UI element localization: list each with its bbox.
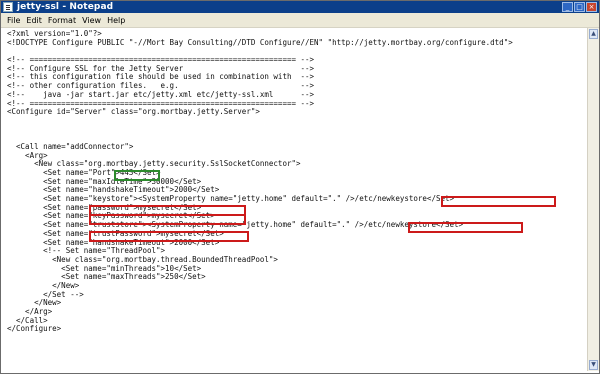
- scroll-down-icon[interactable]: ▼: [589, 360, 598, 370]
- menu-view[interactable]: View: [82, 16, 101, 25]
- maximize-button[interactable]: □: [574, 2, 585, 12]
- code-text[interactable]: <?xml version="1.0"?> <!DOCTYPE Configure…: [7, 29, 513, 334]
- notepad-icon: [3, 2, 13, 12]
- menu-format[interactable]: Format: [48, 16, 76, 25]
- scroll-up-icon[interactable]: ▲: [589, 29, 598, 39]
- minimize-button[interactable]: _: [562, 2, 573, 12]
- code-line: <Configure id="Server" class="org.mortba…: [7, 107, 260, 117]
- notepad-window: jetty-ssl - Notepad _ □ × File Edit Form…: [0, 0, 600, 374]
- code-line: </Call>: [7, 315, 48, 325]
- text-editor[interactable]: <?xml version="1.0"?> <!DOCTYPE Configure…: [3, 28, 587, 371]
- menu-edit[interactable]: Edit: [26, 16, 42, 25]
- code-line: </Set -->: [7, 289, 84, 299]
- code-line: </New>: [7, 298, 62, 308]
- menu-file[interactable]: File: [7, 16, 20, 25]
- code-line: <Set name="maxThreads">250</Set>: [7, 272, 206, 282]
- menu-bar: File Edit Format View Help: [1, 13, 599, 28]
- code-line: <Call name="addConnector">: [7, 141, 134, 151]
- code-line: </Arg>: [7, 307, 53, 316]
- port-value-highlight: [114, 170, 160, 181]
- keypassword-highlight: [89, 214, 246, 225]
- menu-help[interactable]: Help: [107, 16, 125, 25]
- truststore-path-highlight: [408, 222, 523, 233]
- keystore-path-highlight: [441, 196, 556, 207]
- window-controls: _ □ ×: [562, 2, 597, 12]
- close-button[interactable]: ×: [586, 2, 597, 12]
- title-bar[interactable]: jetty-ssl - Notepad _ □ ×: [1, 1, 599, 13]
- code-line: <!DOCTYPE Configure PUBLIC "-//Mort Bay …: [7, 37, 513, 47]
- vertical-scrollbar[interactable]: ▲ ▼: [587, 28, 599, 371]
- code-line: </Configure>: [7, 324, 62, 334]
- window-title: jetty-ssl - Notepad: [17, 2, 114, 12]
- trustpassword-highlight: [89, 231, 249, 242]
